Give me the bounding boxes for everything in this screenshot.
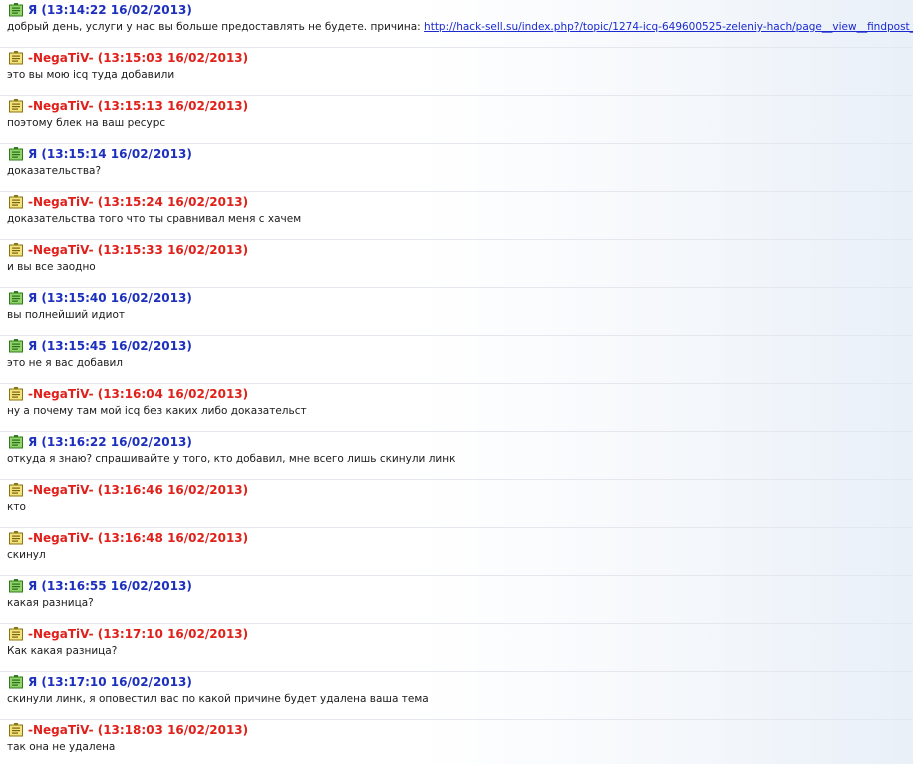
chat-message: Я (13:15:45 16/02/2013) это не я вас доба… — [0, 336, 913, 384]
green-note-icon — [8, 579, 24, 593]
sender-timestamp: Я (13:14:22 16/02/2013) — [28, 3, 192, 17]
message-text: ну а почему там мой icq без каких либо д… — [7, 405, 307, 417]
message-text: кто — [7, 501, 26, 513]
message-body: откуда я знаю? спрашивайте у того, кто д… — [7, 453, 456, 465]
sender-timestamp: -NegaTiV- (13:17:10 16/02/2013) — [28, 627, 249, 641]
yellow-note-icon — [8, 723, 24, 737]
green-note-icon — [8, 3, 24, 17]
message-body: поэтому блек на ваш ресурс — [7, 117, 166, 129]
sender-timestamp: -NegaTiV- (13:15:33 16/02/2013) — [28, 243, 249, 257]
sender-timestamp: Я (13:15:14 16/02/2013) — [28, 147, 192, 161]
message-header: -NegaTiV- (13:15:13 16/02/2013) — [8, 98, 248, 114]
yellow-note-icon — [8, 387, 24, 401]
chat-message: -NegaTiV- (13:16:46 16/02/2013) кто — [0, 480, 913, 528]
yellow-note-icon — [8, 51, 24, 65]
green-note-icon — [8, 291, 24, 305]
sender-timestamp: Я (13:16:22 16/02/2013) — [28, 435, 192, 449]
message-body: кто — [7, 501, 26, 513]
sender-timestamp: -NegaTiV- (13:16:48 16/02/2013) — [28, 531, 249, 545]
message-header: Я (13:16:22 16/02/2013) — [8, 434, 192, 450]
chat-message: Я (13:16:22 16/02/2013) откуда я знаю? сп… — [0, 432, 913, 480]
message-body: Как какая разница? — [7, 645, 118, 657]
chat-message: Я (13:17:10 16/02/2013) скинули линк, я о… — [0, 672, 913, 720]
message-text: доказательства? — [7, 165, 101, 177]
message-text: и вы все заодно — [7, 261, 96, 273]
message-text: скинул — [7, 549, 46, 561]
sender-timestamp: -NegaTiV- (13:15:03 16/02/2013) — [28, 51, 249, 65]
message-header: Я (13:15:45 16/02/2013) — [8, 338, 192, 354]
sender-timestamp: Я (13:15:40 16/02/2013) — [28, 291, 192, 305]
yellow-note-icon — [8, 195, 24, 209]
message-header: -NegaTiV- (13:16:48 16/02/2013) — [8, 530, 248, 546]
message-text: доказательства того что ты сравнивал мен… — [7, 213, 301, 225]
yellow-note-icon — [8, 627, 24, 641]
chat-message: Я (13:16:55 16/02/2013) какая разница? — [0, 576, 913, 624]
message-body: вы полнейший идиот — [7, 309, 126, 321]
sender-timestamp: -NegaTiV- (13:18:03 16/02/2013) — [28, 723, 249, 737]
message-header: Я (13:15:40 16/02/2013) — [8, 290, 192, 306]
message-header: -NegaTiV- (13:16:04 16/02/2013) — [8, 386, 248, 402]
yellow-note-icon — [8, 531, 24, 545]
sender-timestamp: -NegaTiV- (13:16:04 16/02/2013) — [28, 387, 249, 401]
message-text: Как какая разница? — [7, 645, 117, 657]
message-link[interactable]: http://hack-sell.su/index.php?/topic/127… — [424, 21, 913, 33]
message-text: это не я вас добавил — [7, 357, 123, 369]
message-header: -NegaTiV- (13:17:10 16/02/2013) — [8, 626, 248, 642]
green-note-icon — [8, 675, 24, 689]
yellow-note-icon — [8, 483, 24, 497]
message-body: ну а почему там мой icq без каких либо д… — [7, 405, 307, 417]
sender-timestamp: -NegaTiV- (13:15:24 16/02/2013) — [28, 195, 249, 209]
chat-message: Я (13:15:14 16/02/2013) доказательства? — [0, 144, 913, 192]
message-body: это вы мою icq туда добавили — [7, 69, 175, 81]
message-text: вы полнейший идиот — [7, 309, 125, 321]
message-header: -NegaTiV- (13:15:33 16/02/2013) — [8, 242, 248, 258]
chat-message: -NegaTiV- (13:16:48 16/02/2013) скинул — [0, 528, 913, 576]
message-text: это вы мою icq туда добавили — [7, 69, 174, 81]
message-header: -NegaTiV- (13:15:03 16/02/2013) — [8, 50, 248, 66]
green-note-icon — [8, 339, 24, 353]
sender-timestamp: -NegaTiV- (13:15:13 16/02/2013) — [28, 99, 249, 113]
message-header: -NegaTiV- (13:15:24 16/02/2013) — [8, 194, 248, 210]
message-text: какая разница? — [7, 597, 94, 609]
message-header: Я (13:15:14 16/02/2013) — [8, 146, 192, 162]
message-header: -NegaTiV- (13:18:03 16/02/2013) — [8, 722, 248, 738]
message-header: Я (13:16:55 16/02/2013) — [8, 578, 192, 594]
message-text: скинули линк, я оповестил вас по какой п… — [7, 693, 429, 705]
message-text: так она не удалена — [7, 741, 115, 753]
yellow-note-icon — [8, 99, 24, 113]
message-body: доказательства? — [7, 165, 102, 177]
chat-message: -NegaTiV- (13:15:33 16/02/2013) и вы все … — [0, 240, 913, 288]
message-header: Я (13:17:10 16/02/2013) — [8, 674, 192, 690]
sender-timestamp: Я (13:16:55 16/02/2013) — [28, 579, 192, 593]
sender-timestamp: Я (13:17:10 16/02/2013) — [28, 675, 192, 689]
message-body: добрый день, услуги у нас вы больше пред… — [7, 21, 425, 33]
green-note-icon — [8, 435, 24, 449]
chat-message: -NegaTiV- (13:15:13 16/02/2013) поэтому б… — [0, 96, 913, 144]
sender-timestamp: -NegaTiV- (13:16:46 16/02/2013) — [28, 483, 249, 497]
message-body: это не я вас добавил — [7, 357, 124, 369]
chat-history-log: Я (13:14:22 16/02/2013) добрый день, услу… — [0, 0, 913, 764]
chat-message: -NegaTiV- (13:18:03 16/02/2013) так она н… — [0, 720, 913, 764]
message-header: -NegaTiV- (13:16:46 16/02/2013) — [8, 482, 248, 498]
message-body: скинул — [7, 549, 46, 561]
chat-message: -NegaTiV- (13:15:03 16/02/2013) это вы мо… — [0, 48, 913, 96]
sender-timestamp: Я (13:15:45 16/02/2013) — [28, 339, 192, 353]
message-body: и вы все заодно — [7, 261, 96, 273]
chat-message: -NegaTiV- (13:16:04 16/02/2013) ну а поче… — [0, 384, 913, 432]
chat-message: -NegaTiV- (13:17:10 16/02/2013) Как какая… — [0, 624, 913, 672]
message-header: Я (13:14:22 16/02/2013) — [8, 2, 192, 18]
message-text: добрый день, услуги у нас вы больше пред… — [7, 21, 913, 33]
message-body: доказательства того что ты сравнивал мен… — [7, 213, 302, 225]
message-text: поэтому блек на ваш ресурс — [7, 117, 165, 129]
message-body: так она не удалена — [7, 741, 116, 753]
chat-message: Я (13:14:22 16/02/2013) добрый день, услу… — [0, 0, 913, 48]
message-body: скинули линк, я оповестил вас по какой п… — [7, 693, 429, 705]
yellow-note-icon — [8, 243, 24, 257]
chat-message: -NegaTiV- (13:15:24 16/02/2013) доказател… — [0, 192, 913, 240]
green-note-icon — [8, 147, 24, 161]
message-body: какая разница? — [7, 597, 94, 609]
chat-message: Я (13:15:40 16/02/2013) вы полнейший идио… — [0, 288, 913, 336]
message-text: откуда я знаю? спрашивайте у того, кто д… — [7, 453, 455, 465]
